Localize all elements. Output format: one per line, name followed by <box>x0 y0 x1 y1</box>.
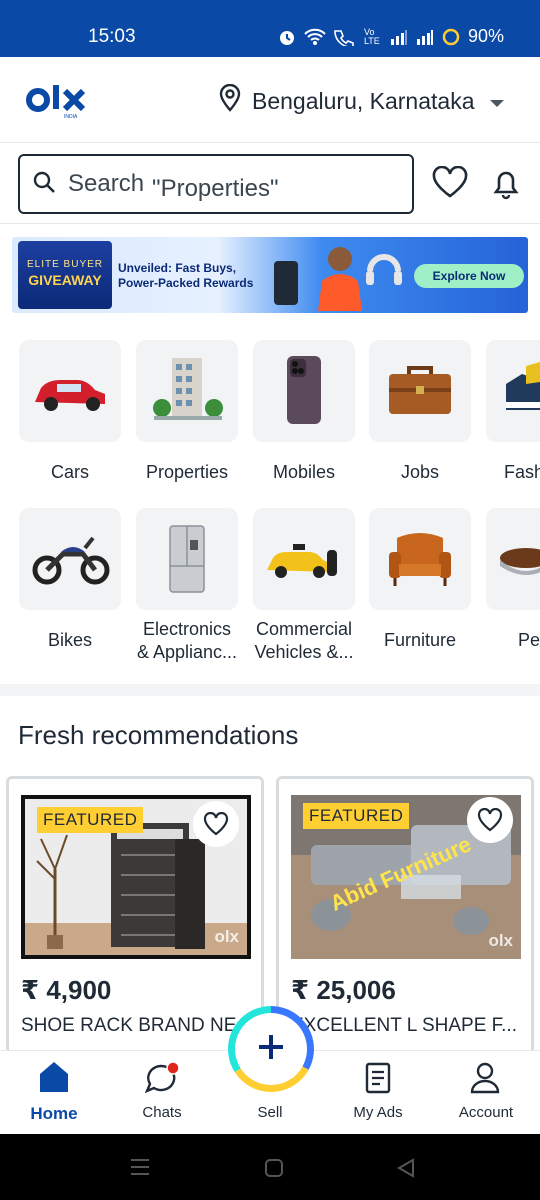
listing-price: ₹ 25,006 <box>291 975 396 1005</box>
banner-illustration <box>270 241 410 313</box>
briefcase-icon <box>369 366 471 446</box>
category-fashion[interactable] <box>486 340 540 442</box>
location-selector[interactable]: Bengaluru, Karnataka <box>218 83 505 118</box>
sell-button-inner <box>235 1013 307 1085</box>
signal-icon-2 <box>416 29 434 45</box>
search-placeholder-hint: "Properties" <box>152 175 279 202</box>
my-ads-icon[interactable] <box>365 1062 391 1099</box>
badge-main-text: GIVEAWAY <box>28 272 102 288</box>
category-label-pets: Pe <box>518 630 540 650</box>
battery-icon <box>442 28 460 46</box>
badge-top-text: ELITE BUYER <box>26 259 104 270</box>
promo-banner[interactable]: ELITE BUYER GIVEAWAY Unveiled: Fast Buys… <box>12 237 528 313</box>
category-electronics[interactable] <box>136 508 238 610</box>
search-icon <box>32 170 56 199</box>
category-bikes[interactable] <box>19 508 121 610</box>
listing-card-shoe-rack[interactable]: FEATURED olx ₹ 4,900 SHOE RACK BRAND NE <box>6 776 264 1066</box>
sell-button[interactable] <box>228 1006 314 1092</box>
search-placeholder: Search <box>68 170 145 197</box>
wishlist-heart-icon[interactable] <box>432 165 468 203</box>
explore-now-button[interactable]: Explore Now <box>414 264 524 288</box>
svg-text:INDIA: INDIA <box>64 114 78 120</box>
system-nav-bar <box>0 1134 540 1200</box>
featured-badge: FEATURED <box>303 803 410 829</box>
category-mobiles[interactable] <box>253 340 355 442</box>
shoe-icon <box>486 362 540 446</box>
section-separator <box>0 684 540 696</box>
signal-icon <box>390 29 408 45</box>
favorite-heart-icon[interactable] <box>467 797 513 843</box>
home-icon[interactable] <box>38 1060 70 1099</box>
pet-bowl-icon <box>486 548 540 614</box>
category-label-mobiles: Mobiles <box>272 462 336 482</box>
fresh-recommendations-title: Fresh recommendations <box>18 720 299 750</box>
notification-bell-icon[interactable] <box>492 168 520 205</box>
alarm-icon <box>278 28 296 46</box>
car-icon <box>19 380 121 446</box>
category-label-commercial: Commercial Vehicles &... <box>245 618 363 664</box>
category-label-furniture: Furniture <box>383 630 457 650</box>
listing-price: ₹ 4,900 <box>21 975 112 1005</box>
giveaway-badge: ELITE BUYER GIVEAWAY <box>18 241 112 309</box>
nav-my-ads[interactable]: My Ads <box>328 1104 428 1121</box>
fridge-icon <box>136 525 238 614</box>
armchair-icon <box>369 533 471 614</box>
category-label-properties: Properties <box>145 462 229 482</box>
chevron-down-icon <box>489 88 505 115</box>
category-cars[interactable] <box>19 340 121 442</box>
nav-account[interactable]: Account <box>436 1104 536 1121</box>
battery-percent: 90% <box>467 26 504 46</box>
chats-icon[interactable] <box>144 1061 181 1099</box>
category-label-commercial-line2: Vehicles &... <box>254 642 354 662</box>
category-properties[interactable] <box>136 340 238 442</box>
home-circle-icon[interactable] <box>264 1158 284 1183</box>
banner-line-1: Unveiled: Fast Buys, <box>118 261 237 275</box>
category-label-commercial-line1: Commercial <box>255 619 352 639</box>
banner-line-2: Power-Packed Rewards <box>118 276 254 290</box>
recents-icon[interactable] <box>130 1158 150 1181</box>
banner-headline: Unveiled: Fast Buys, Power-Packed Reward… <box>118 261 253 291</box>
olx-watermark: olx <box>214 927 239 946</box>
plus-icon <box>257 1033 285 1066</box>
wifi-calling-icon <box>334 28 356 46</box>
category-pets[interactable] <box>486 508 540 610</box>
status-bar: 15:03 Vo LTE 90% <box>0 0 540 57</box>
category-furniture[interactable] <box>369 508 471 610</box>
category-commercial-vehicles[interactable] <box>253 508 355 610</box>
listing-card-l-shape-sofa[interactable]: Abid Furniture FEATURED olx ₹ 25,006 EXC… <box>276 776 534 1066</box>
motorbike-icon <box>19 536 121 614</box>
category-label-cars: Cars <box>50 462 89 482</box>
category-label-jobs: Jobs <box>400 462 440 482</box>
olx-watermark: olx <box>488 931 513 950</box>
category-label-electronics-line2: & Applianc... <box>136 642 238 662</box>
back-icon[interactable] <box>396 1158 416 1183</box>
category-label-bikes: Bikes <box>47 630 92 650</box>
olx-logo[interactable]: INDIA <box>26 80 88 125</box>
location-text: Bengaluru, Karnataka <box>252 87 475 114</box>
status-icons: Vo LTE 90% <box>278 26 504 47</box>
listing-image-shoe-rack: FEATURED olx <box>21 795 251 959</box>
account-icon[interactable] <box>470 1062 500 1099</box>
building-icon <box>136 358 238 446</box>
location-pin-icon <box>218 83 242 118</box>
search-input[interactable]: Search "Properties" <box>18 154 414 214</box>
listing-image-sofa: Abid Furniture FEATURED olx <box>291 795 521 959</box>
taxi-icon <box>253 544 355 614</box>
category-label-electronics: Electronics & Applianc... <box>128 618 246 664</box>
status-time: 15:03 <box>88 26 136 47</box>
featured-badge: FEATURED <box>37 807 144 833</box>
nav-home[interactable]: Home <box>4 1104 104 1124</box>
wifi-icon <box>304 28 326 46</box>
phone-icon <box>253 356 355 446</box>
favorite-heart-icon[interactable] <box>193 801 239 847</box>
nav-sell[interactable]: Sell <box>220 1104 320 1121</box>
category-label-electronics-line1: Electronics <box>142 619 232 639</box>
category-jobs[interactable] <box>369 340 471 442</box>
listing-title: EXCELLENT L SHAPE F... <box>291 1015 517 1036</box>
listing-title: SHOE RACK BRAND NE <box>21 1015 237 1036</box>
category-label-fashion: Fash <box>504 462 540 482</box>
volte-label: Vo LTE <box>363 26 380 46</box>
nav-chats[interactable]: Chats <box>112 1104 212 1121</box>
